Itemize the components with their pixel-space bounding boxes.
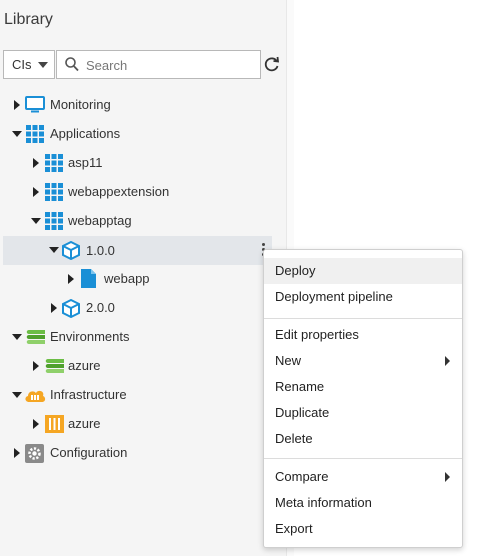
collapse-arrow-icon[interactable] <box>12 334 22 340</box>
expand-arrow-icon[interactable] <box>33 419 39 429</box>
application-grid-icon <box>45 212 64 230</box>
infrastructure-cloud-icon <box>24 386 46 404</box>
context-menu: Deploy Deployment pipeline Edit properti… <box>263 249 463 548</box>
tree-item-label: Applications <box>50 126 121 141</box>
tree-item-label: azure <box>68 416 101 431</box>
file-icon <box>81 269 100 288</box>
search-icon <box>65 57 79 77</box>
tree-item-webapp[interactable]: webapp <box>0 266 286 292</box>
selected-row-highlight <box>3 236 272 265</box>
collapse-arrow-icon[interactable] <box>49 247 59 253</box>
container-icon <box>45 415 64 433</box>
tree-item-label: asp11 <box>68 155 103 170</box>
tree-item-infra-azure[interactable]: azure <box>0 411 286 437</box>
applications-grid-icon <box>26 125 45 143</box>
expand-arrow-icon[interactable] <box>14 100 20 110</box>
tree-item-label: Infrastructure <box>50 387 127 402</box>
menu-item-label: Compare <box>275 469 329 484</box>
tree-item-label: webapptag <box>68 213 132 228</box>
environments-icon <box>25 328 45 346</box>
tree-item-label: 1.0.0 <box>86 243 115 258</box>
type-select[interactable]: CIs <box>3 50 55 79</box>
tree-item-asp11[interactable]: asp11 <box>0 150 286 176</box>
refresh-icon[interactable] <box>263 55 281 78</box>
tree-item-1-0-0[interactable]: 1.0.0 <box>0 236 286 265</box>
menu-item-rename[interactable]: Rename <box>264 374 462 400</box>
menu-item-edit-properties[interactable]: Edit properties <box>264 322 462 348</box>
tree-item-label: Monitoring <box>50 97 111 112</box>
menu-item-duplicate[interactable]: Duplicate <box>264 400 462 426</box>
tree-item-monitoring[interactable]: Monitoring <box>0 92 286 118</box>
tree-item-label: webappextension <box>68 184 170 199</box>
tree-item-infrastructure[interactable]: Infrastructure <box>0 382 286 408</box>
expand-arrow-icon[interactable] <box>33 158 39 168</box>
monitor-icon <box>25 96 45 114</box>
environment-icon <box>44 357 64 375</box>
menu-item-new[interactable]: New <box>264 348 462 374</box>
menu-item-export[interactable]: Export <box>264 516 462 542</box>
tree-item-label: Configuration <box>50 445 128 460</box>
tree-item-configuration[interactable]: Configuration <box>0 440 286 466</box>
tree-item-webappextension[interactable]: webappextension <box>0 179 286 205</box>
tree-item-label: 2.0.0 <box>86 300 115 315</box>
application-grid-icon <box>45 154 64 172</box>
tree-item-label: Environments <box>50 329 130 344</box>
expand-arrow-icon[interactable] <box>33 187 39 197</box>
collapse-arrow-icon[interactable] <box>31 218 41 224</box>
tree-item-webapptag[interactable]: webapptag <box>0 208 286 234</box>
expand-arrow-icon[interactable] <box>14 448 20 458</box>
search-input[interactable] <box>84 55 258 76</box>
menu-divider <box>264 318 462 319</box>
menu-item-deployment-pipeline[interactable]: Deployment pipeline <box>264 284 462 310</box>
library-panel: Library CIs Monitoring Applications <box>0 0 294 556</box>
menu-item-deploy[interactable]: Deploy <box>264 258 462 284</box>
search-field[interactable] <box>56 50 261 79</box>
chevron-right-icon <box>445 472 450 482</box>
tree-item-2-0-0[interactable]: 2.0.0 <box>0 295 286 321</box>
tree-item-label: webapp <box>104 271 150 286</box>
menu-item-compare[interactable]: Compare <box>264 464 462 490</box>
gear-icon <box>25 444 44 463</box>
chevron-right-icon <box>445 356 450 366</box>
tree-item-applications[interactable]: Applications <box>0 121 286 147</box>
tree-item-env-azure[interactable]: azure <box>0 353 286 379</box>
package-cube-icon <box>62 298 81 319</box>
chevron-down-icon <box>38 62 48 68</box>
menu-item-meta-information[interactable]: Meta information <box>264 490 462 516</box>
tree-item-label: azure <box>68 358 101 373</box>
menu-item-delete[interactable]: Delete <box>264 426 462 452</box>
type-select-value: CIs <box>12 57 32 72</box>
package-cube-icon <box>62 240 81 261</box>
expand-arrow-icon[interactable] <box>68 274 74 284</box>
expand-arrow-icon[interactable] <box>33 361 39 371</box>
library-title: Library <box>4 11 53 28</box>
collapse-arrow-icon[interactable] <box>12 392 22 398</box>
menu-item-label: New <box>275 353 302 368</box>
collapse-arrow-icon[interactable] <box>12 131 22 137</box>
application-grid-icon <box>45 183 64 201</box>
expand-arrow-icon[interactable] <box>51 303 57 313</box>
menu-divider <box>264 458 462 459</box>
tree-item-environments[interactable]: Environments <box>0 324 286 350</box>
